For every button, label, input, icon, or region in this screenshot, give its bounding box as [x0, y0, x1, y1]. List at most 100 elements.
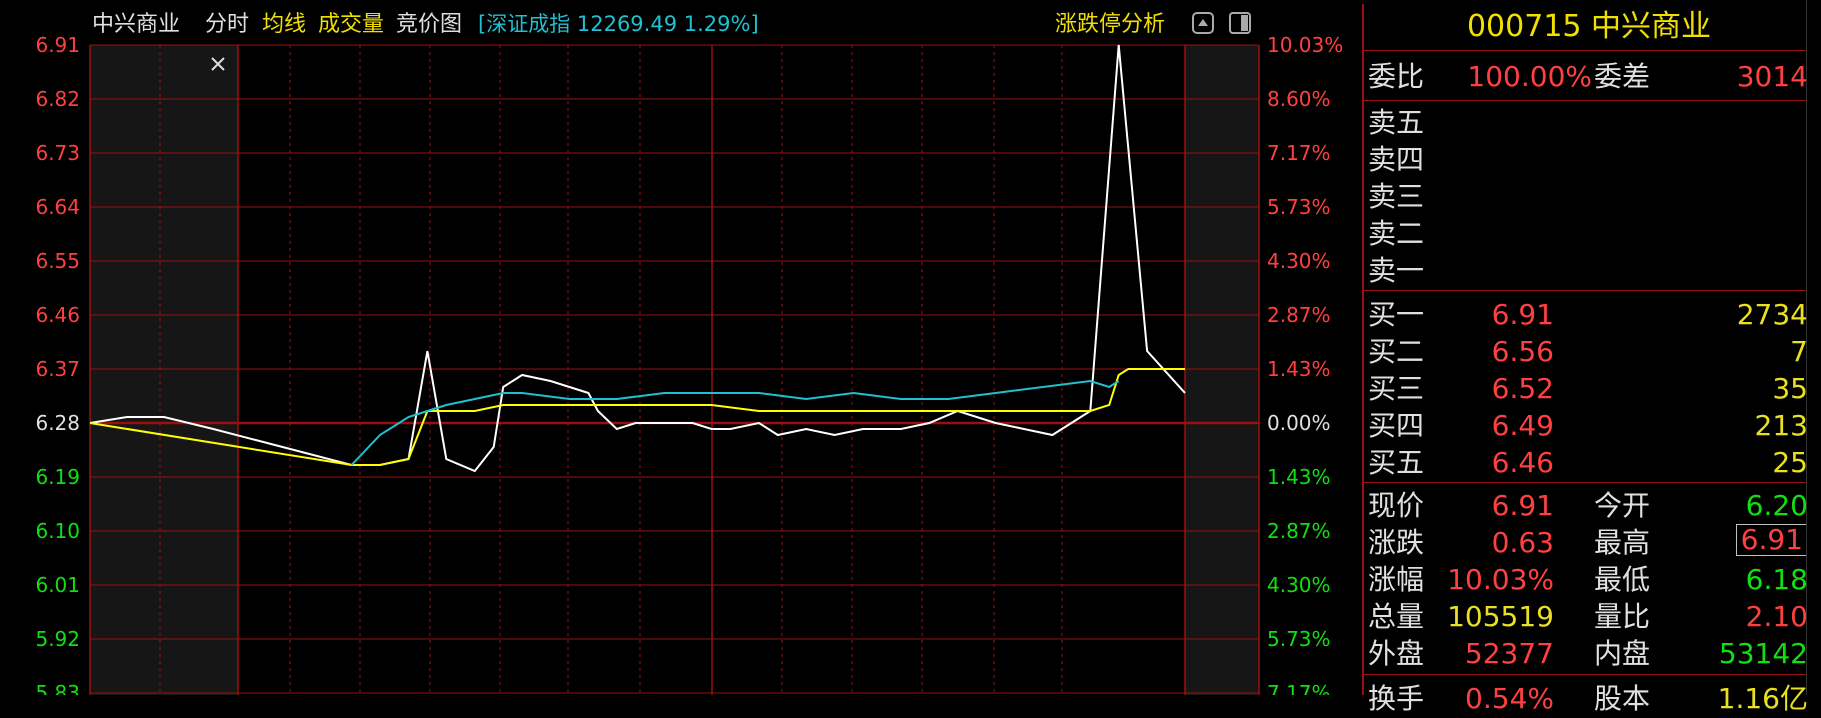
- y-tick-right: 5.73%: [1267, 627, 1331, 651]
- stat-row: 涨跌 0.63 最高 6.91: [1364, 524, 1814, 562]
- y-tick-left: 6.01: [35, 573, 80, 597]
- y-tick-left: 6.73: [35, 141, 80, 165]
- sell-row[interactable]: 卖三: [1364, 178, 1814, 216]
- stat-label: 今开: [1594, 489, 1651, 522]
- stat-value: 0.63: [1491, 526, 1554, 559]
- y-tick-right: 8.60%: [1267, 87, 1331, 111]
- tab-jingjia[interactable]: 竞价图: [396, 12, 462, 37]
- stat-value: 6.20: [1745, 489, 1808, 522]
- sell-label: 卖三: [1368, 180, 1425, 213]
- stat-row: 总量 105519 量比 2.10: [1364, 598, 1814, 636]
- turnover-value: 0.54%: [1465, 682, 1554, 715]
- tab-junxian[interactable]: 均线: [262, 12, 306, 37]
- buy-price: 6.49: [1491, 409, 1554, 442]
- stat-row: 外盘 52377 内盘 53142: [1364, 635, 1814, 673]
- tab-fenshi[interactable]: 分时: [205, 12, 249, 37]
- buy-row[interactable]: 买二 6.56 7: [1364, 333, 1814, 371]
- buy-row[interactable]: 买一 6.91 2734: [1364, 296, 1814, 334]
- quote-panel: 000715 中兴商业 委比 100.00% 委差 3014 卖五 卖四 卖三 …: [1362, 4, 1814, 715]
- stat-value: 6.91: [1735, 524, 1808, 556]
- buy-price: 6.91: [1491, 298, 1554, 331]
- sell-row[interactable]: 卖四: [1364, 141, 1814, 179]
- buy-row[interactable]: 买三 6.52 35: [1364, 370, 1814, 408]
- buy-label: 买三: [1368, 372, 1425, 405]
- y-tick-right: 1.43%: [1267, 357, 1331, 381]
- y-tick-right: 0.00%: [1267, 411, 1331, 435]
- y-tick-right: 10.03%: [1267, 33, 1343, 57]
- limit-analysis-link[interactable]: 涨跌停分析: [1055, 12, 1165, 37]
- buy-volume: 2734: [1736, 298, 1808, 331]
- index-info: [深证成指 12269.49 1.29%]: [478, 12, 759, 36]
- y-tick-left: 6.10: [35, 519, 80, 543]
- buy-row[interactable]: 买四 6.49 213: [1364, 407, 1814, 445]
- y-tick-left: 6.64: [35, 195, 80, 219]
- y-tick-right: 5.73%: [1267, 195, 1331, 219]
- sell-row[interactable]: 卖一: [1364, 252, 1814, 290]
- weibi-value: 100.00%: [1467, 60, 1592, 93]
- buy-label: 买五: [1368, 446, 1425, 479]
- stat-label: 总量: [1368, 600, 1425, 633]
- buy-label: 买四: [1368, 409, 1425, 442]
- stat-label: 现价: [1368, 489, 1425, 522]
- stat-value: 6.18: [1745, 563, 1808, 596]
- weicha-value: 3014: [1736, 60, 1808, 93]
- stat-label: 外盘: [1368, 637, 1425, 670]
- stat-label: 涨幅: [1368, 563, 1425, 596]
- y-tick-left: 6.28: [35, 411, 80, 435]
- stock-name: 中兴商业: [92, 12, 180, 37]
- y-tick-right: 4.30%: [1267, 573, 1331, 597]
- stat-label: 最低: [1594, 563, 1651, 596]
- shares-value: 1.16亿: [1717, 682, 1808, 715]
- y-tick-right: 4.30%: [1267, 249, 1331, 273]
- y-tick-right: 2.87%: [1267, 519, 1331, 543]
- buy-label: 买二: [1368, 335, 1425, 368]
- stat-label: 最高: [1594, 526, 1651, 559]
- weibi-label: 委比: [1368, 60, 1425, 93]
- tab-chengjiaoliang[interactable]: 成交量: [318, 12, 384, 37]
- stat-row: 现价 6.91 今开 6.20: [1364, 487, 1814, 525]
- weibi-row: 委比 100.00% 委差 3014: [1364, 58, 1814, 96]
- intraday-chart[interactable]: 6.91 6.82 6.73 6.64 6.55 6.46 6.37 6.28 6.19 6.10…: [0, 0, 1360, 695]
- y-tick-right: 1.43%: [1267, 465, 1331, 489]
- y-tick-left: 5.83: [35, 681, 80, 695]
- sell-label: 卖五: [1368, 106, 1425, 139]
- stat-row: 涨幅 10.03% 最低 6.18: [1364, 561, 1814, 599]
- y-tick-left: 6.46: [35, 303, 80, 327]
- y-tick-right: 7.17%: [1267, 681, 1331, 695]
- sell-label: 卖一: [1368, 254, 1425, 287]
- buy-volume: 213: [1754, 409, 1808, 442]
- weicha-label: 委差: [1594, 60, 1651, 93]
- buy-label: 买一: [1368, 298, 1425, 331]
- y-tick-left: 6.19: [35, 465, 80, 489]
- y-tick-left: 6.55: [35, 249, 80, 273]
- stat-label: 量比: [1594, 600, 1651, 633]
- stock-code-title: 000715 中兴商业: [1364, 4, 1814, 51]
- buy-volume: 35: [1772, 372, 1808, 405]
- sell-row[interactable]: 卖二: [1364, 215, 1814, 253]
- buy-volume: 25: [1772, 446, 1808, 479]
- y-tick-right: 7.17%: [1267, 141, 1331, 165]
- y-tick-left: 6.91: [35, 33, 80, 57]
- stat-label: 涨跌: [1368, 526, 1425, 559]
- buy-price: 6.46: [1491, 446, 1554, 479]
- y-tick-left: 5.92: [35, 627, 80, 651]
- stat-value: 6.91: [1491, 489, 1554, 522]
- sell-label: 卖二: [1368, 217, 1425, 250]
- stat-label: 内盘: [1594, 637, 1651, 670]
- buy-price: 6.52: [1491, 372, 1554, 405]
- edge-strip: [1806, 0, 1821, 695]
- y-tick-left: 6.37: [35, 357, 80, 381]
- stat-value: 2.10: [1745, 600, 1808, 633]
- stat-value: 52377: [1464, 637, 1554, 670]
- sell-label: 卖四: [1368, 143, 1425, 176]
- buy-price: 6.56: [1491, 335, 1554, 368]
- y-tick-left: 6.82: [35, 87, 80, 111]
- pre-market-area: [90, 45, 238, 695]
- turnover-label: 换手: [1368, 682, 1425, 715]
- turnover-row: 换手 0.54% 股本 1.16亿: [1364, 680, 1814, 718]
- shares-label: 股本: [1594, 682, 1651, 715]
- y-tick-right: 2.87%: [1267, 303, 1331, 327]
- stat-value: 105519: [1447, 600, 1554, 633]
- buy-row[interactable]: 买五 6.46 25: [1364, 444, 1814, 482]
- sell-row[interactable]: 卖五: [1364, 104, 1814, 142]
